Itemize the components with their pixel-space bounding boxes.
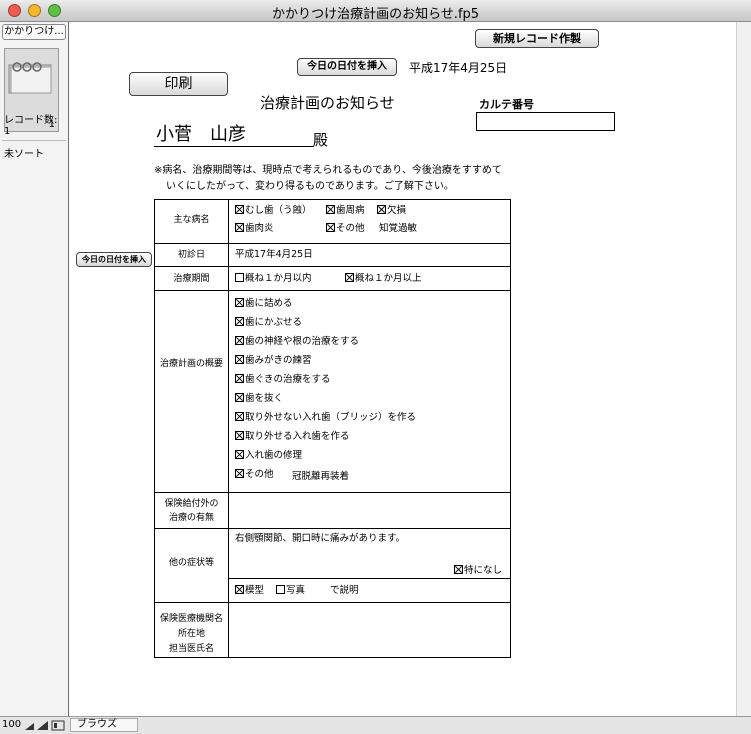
plan-item[interactable]: 歯にかぶせる: [235, 317, 302, 329]
diagnosis-label: 主な病名: [173, 215, 210, 225]
plan-item[interactable]: 取り外せる入れ歯を作る: [235, 431, 350, 443]
vertical-scrollbar[interactable]: [736, 22, 751, 716]
institution-label-2: 所在地: [177, 629, 205, 639]
sort-status: 未ソート: [4, 149, 44, 160]
status-bar: 100 ブラウズ: [0, 716, 751, 734]
layout-menu-button[interactable]: かかりつけ...: [2, 24, 66, 40]
checkbox-checked[interactable]: [235, 585, 244, 594]
explain-suffix: で説明: [330, 585, 359, 596]
checkbox-unchecked[interactable]: [276, 585, 285, 594]
period-option-within-month[interactable]: 概ね１か月以内: [235, 273, 312, 285]
institution-field[interactable]: [235, 610, 505, 650]
zoom-controls-icon[interactable]: [24, 720, 66, 731]
diagnosis-option-other[interactable]: その他: [326, 223, 365, 235]
current-date: 平成17年4月25日: [409, 61, 508, 75]
other-symptoms-label: 他の症状等: [168, 558, 214, 568]
plan-item[interactable]: 歯に詰める: [235, 298, 293, 310]
checkbox-checked[interactable]: [235, 412, 244, 421]
non-insured-field[interactable]: [235, 500, 505, 524]
row-divider: [155, 243, 510, 244]
notice-line-1: ※病名、治療期間等は、現時点で考えられるものであり、今後治療をすすめて: [154, 165, 502, 176]
notice-line-2: いくにしたがって、変わり得るものであります。ご了解下さい。: [166, 181, 454, 192]
insert-date-button[interactable]: 今日の日付を挿入: [297, 58, 397, 76]
checkbox-checked[interactable]: [326, 223, 335, 232]
new-record-button[interactable]: 新規レコード作製: [475, 29, 599, 48]
records-count: 1: [4, 126, 11, 137]
divider: [2, 140, 66, 141]
plan-other-text[interactable]: 冠脱離再装着: [292, 471, 349, 483]
row-divider: [155, 492, 510, 493]
honorific: 殿: [313, 131, 329, 149]
checkbox-checked[interactable]: [235, 431, 244, 440]
chart-number-label: カルテ番号: [479, 98, 534, 111]
row-divider: [229, 578, 510, 579]
plan-item[interactable]: 取り外せない入れ歯（ブリッジ）を作る: [235, 412, 416, 424]
checkbox-checked[interactable]: [235, 223, 244, 232]
checkbox-checked[interactable]: [235, 355, 244, 364]
chart-number-field[interactable]: [476, 112, 615, 131]
checkbox-checked[interactable]: [454, 565, 463, 574]
treatment-period-label: 治療期間: [173, 274, 210, 284]
checkbox-checked[interactable]: [235, 205, 244, 214]
symptoms-none-option[interactable]: 特になし: [454, 565, 502, 577]
window-title: かかりつけ治療計画のお知らせ.fp5: [271, 7, 480, 22]
treatment-plan-form: 主な病名 むし歯（う蝕） 歯周病 欠損 歯肉炎 その他 知覚過敏 初診日 平成1…: [154, 199, 511, 658]
institution-label-3: 担当医氏名: [168, 644, 214, 654]
row-divider: [155, 602, 510, 603]
institution-label-1: 保険医療機関名: [159, 614, 223, 624]
plan-item[interactable]: 歯ぐきの治療をする: [235, 374, 331, 386]
diagnosis-option-gingivitis[interactable]: 歯肉炎: [235, 223, 274, 235]
insert-date-side-button[interactable]: 今日の日付を挿入: [76, 252, 152, 267]
row-divider: [155, 266, 510, 267]
row-divider: [155, 528, 510, 529]
plan-item[interactable]: 歯を抜く: [235, 393, 283, 405]
diagnosis-option-caries[interactable]: むし歯（う蝕）: [235, 205, 312, 217]
window-title-bar[interactable]: かかりつけ治療計画のお知らせ.fp5: [0, 0, 751, 22]
row-divider: [155, 290, 510, 291]
plan-overview-label: 治療計画の概要: [159, 359, 223, 369]
period-option-over-month[interactable]: 概ね１か月以上: [345, 273, 422, 285]
checkbox-checked[interactable]: [235, 374, 244, 383]
zoom-level[interactable]: 100: [2, 719, 21, 730]
form-title: 治療計画のお知らせ: [260, 94, 395, 112]
status-area: かかりつけ... 1 レコード数: 1 未ソート: [0, 22, 69, 716]
diagnosis-option-missing[interactable]: 欠損: [377, 205, 406, 217]
other-symptoms-text[interactable]: 右側顎関節、開口時に痛みがあります。: [235, 533, 405, 545]
plan-item[interactable]: 歯みがきの練習: [235, 355, 312, 367]
checkbox-unchecked[interactable]: [235, 273, 244, 282]
checkbox-checked[interactable]: [235, 469, 244, 478]
non-insured-label-1: 保険給付外の: [164, 499, 219, 509]
mode-indicator[interactable]: ブラウズ: [70, 718, 138, 732]
checkbox-checked[interactable]: [377, 205, 386, 214]
checkbox-checked[interactable]: [235, 298, 244, 307]
explain-option-model[interactable]: 模型: [235, 585, 264, 597]
book-rings-icon: [8, 62, 52, 94]
print-button[interactable]: 印刷: [129, 72, 228, 96]
patient-name[interactable]: 小菅 山彦: [156, 124, 246, 146]
diagnosis-other-text[interactable]: 知覚過敏: [379, 223, 417, 235]
plan-item[interactable]: 歯の神経や根の治療をする: [235, 336, 359, 348]
records-label: レコード数:: [4, 115, 58, 126]
checkbox-checked[interactable]: [235, 336, 244, 345]
name-underline: [154, 146, 314, 147]
checkbox-checked[interactable]: [326, 205, 335, 214]
explain-option-photo[interactable]: 写真: [276, 585, 305, 597]
checkbox-checked[interactable]: [235, 450, 244, 459]
checkbox-checked[interactable]: [345, 273, 354, 282]
non-insured-label-2: 治療の有無: [168, 513, 214, 523]
first-visit-value[interactable]: 平成17年4月25日: [235, 249, 313, 261]
diagnosis-option-periodontal[interactable]: 歯周病: [326, 205, 365, 217]
column-divider: [228, 200, 229, 657]
checkbox-checked[interactable]: [235, 393, 244, 402]
plan-item[interactable]: 入れ歯の修理: [235, 450, 302, 462]
first-visit-label: 初診日: [177, 250, 205, 260]
plan-item[interactable]: その他: [235, 469, 274, 481]
checkbox-checked[interactable]: [235, 317, 244, 326]
